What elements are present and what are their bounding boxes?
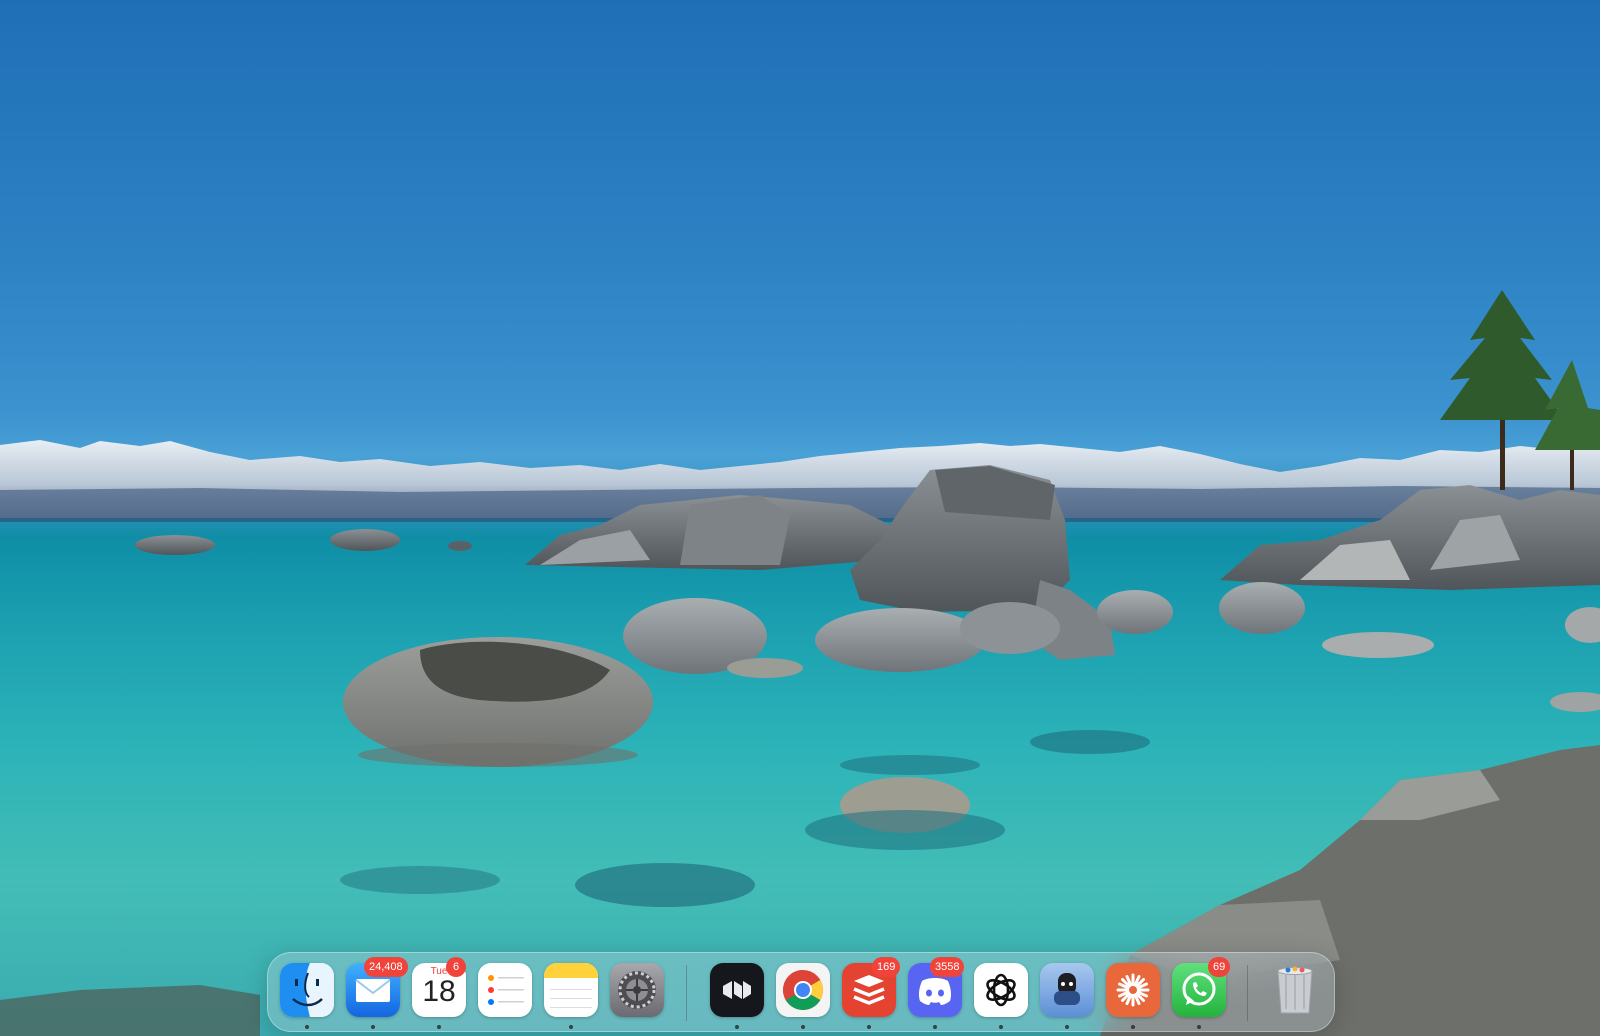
dock-item-reminders[interactable] — [478, 963, 532, 1017]
running-indicator — [933, 1025, 937, 1029]
settings-icon — [610, 963, 664, 1017]
dock-item-trash[interactable] — [1268, 963, 1322, 1017]
running-indicator — [1065, 1025, 1069, 1029]
dock-item-notes[interactable] — [544, 963, 598, 1029]
desktop: 24,408 Tue 18 6 169 3558 69 — [0, 0, 1600, 1036]
dock-item-ollama[interactable] — [1040, 963, 1094, 1029]
dock-divider — [1247, 965, 1248, 1021]
running-indicator — [569, 1025, 573, 1029]
dock-divider — [686, 965, 687, 1021]
dock-item-whatsapp[interactable]: 69 — [1172, 957, 1231, 1029]
dock-item-system-settings[interactable] — [610, 963, 664, 1017]
running-indicator — [735, 1025, 739, 1029]
dock-item-todoist[interactable]: 169 — [842, 957, 901, 1029]
claude-icon — [1106, 963, 1160, 1017]
running-indicator — [867, 1025, 871, 1029]
dock-item-finder[interactable] — [280, 963, 334, 1029]
dock: 24,408 Tue 18 6 169 3558 69 — [267, 952, 1335, 1032]
calendar-badge: 6 — [446, 957, 466, 977]
todoist-badge: 169 — [872, 957, 901, 977]
ollama-icon — [1040, 963, 1094, 1017]
reminders-icon — [478, 963, 532, 1017]
wallpaper — [0, 290, 1600, 1036]
dock-item-linear[interactable] — [710, 963, 764, 1029]
calendar-date: 18 — [422, 975, 456, 1008]
whatsapp-badge: 69 — [1208, 957, 1231, 977]
running-indicator — [1197, 1025, 1201, 1029]
dock-item-mail[interactable]: 24,408 — [346, 957, 408, 1029]
linear-icon — [710, 963, 764, 1017]
running-indicator — [999, 1025, 1003, 1029]
dock-item-discord[interactable]: 3558 — [908, 957, 965, 1029]
running-indicator — [1131, 1025, 1135, 1029]
mail-badge: 24,408 — [364, 957, 408, 977]
running-indicator — [437, 1025, 441, 1029]
dock-item-claude[interactable] — [1106, 963, 1160, 1029]
running-indicator — [801, 1025, 805, 1029]
finder-icon — [280, 963, 334, 1017]
chatgpt-icon — [974, 963, 1028, 1017]
chrome-icon — [776, 963, 830, 1017]
discord-badge: 3558 — [930, 957, 965, 977]
running-indicator — [305, 1025, 309, 1029]
dock-item-calendar[interactable]: Tue 18 6 — [412, 957, 466, 1029]
notes-icon — [544, 963, 598, 1017]
dock-item-chatgpt[interactable] — [974, 963, 1028, 1029]
running-indicator — [371, 1025, 375, 1029]
trash-icon — [1268, 963, 1322, 1017]
dock-item-chrome[interactable] — [776, 963, 830, 1029]
